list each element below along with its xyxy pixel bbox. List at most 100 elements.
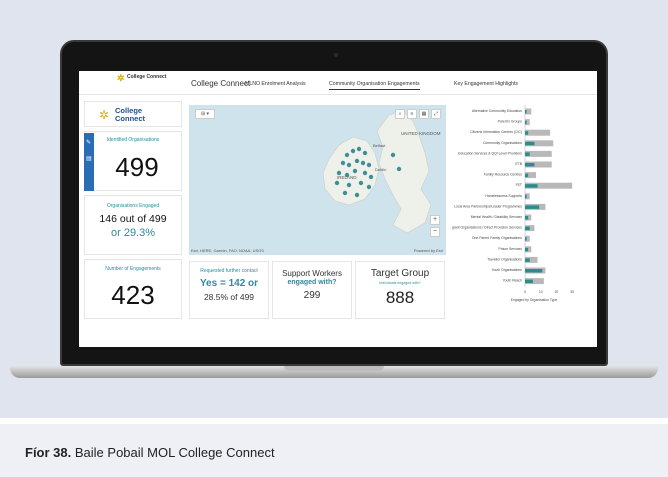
map-marker bbox=[346, 162, 352, 168]
map-attribution: Esri, HERE, Garmin, FAO, NOAA, USGS bbox=[191, 248, 264, 253]
support-workers-value: 299 bbox=[303, 290, 321, 301]
filter-icon: ▤ bbox=[86, 156, 92, 162]
support-workers-sub: engaged with? bbox=[287, 279, 337, 286]
identified-value: 499 bbox=[115, 152, 159, 182]
x-tick-label: 0 bbox=[524, 290, 526, 294]
target-group-sub: Individuals engaged with? bbox=[379, 281, 421, 285]
tab-enrolment-analysis[interactable]: MLNO Enrolment Analysis bbox=[245, 81, 306, 87]
bar-series-1 bbox=[525, 279, 533, 284]
support-workers-card: Support Workers engaged with? 299 bbox=[272, 261, 352, 319]
britain-landmass bbox=[376, 110, 432, 234]
bar-category-label: Migrant Organisations / Direct Provision… bbox=[452, 226, 522, 230]
logo-dots-icon: ✲ bbox=[117, 73, 125, 83]
pencil-icon: ✎ bbox=[86, 140, 92, 146]
x-axis-label: Engaged by Organisation Type bbox=[511, 298, 558, 302]
engagement-chart: Alternative Community Education Parent's … bbox=[448, 101, 592, 341]
map-marker bbox=[342, 190, 348, 196]
map-marker bbox=[396, 166, 402, 172]
support-workers-title: Support Workers bbox=[282, 269, 342, 278]
further-contact-line1: Yes = 142 or bbox=[199, 278, 259, 289]
caption-text: Baile Pobail MOL College Connect bbox=[74, 445, 275, 460]
bar-category-label: FET bbox=[516, 183, 522, 187]
bar-category-label: Education Services & QQI Level Providers bbox=[458, 151, 522, 155]
bar-series-1 bbox=[525, 131, 529, 135]
map-marker bbox=[362, 150, 368, 156]
zoom-in-button[interactable]: + bbox=[430, 215, 440, 225]
engagements-value: 423 bbox=[111, 280, 155, 310]
map-svg: UNITED KINGDOM IRELAND Belfast Dublin bbox=[322, 110, 441, 234]
identified-card: Identified Organisations 499 bbox=[84, 131, 182, 191]
bar-series-1 bbox=[525, 258, 530, 262]
top-navigation: ✲ College Connect College Connect MLNO E… bbox=[79, 71, 597, 95]
map-marker bbox=[340, 160, 346, 166]
target-group-card: Target Group Individuals engaged with? 8… bbox=[355, 261, 445, 319]
fullscreen-icon[interactable]: ⤢ bbox=[431, 109, 441, 119]
bar-series-1 bbox=[525, 194, 527, 199]
map-marker bbox=[354, 158, 360, 164]
further-contact-card: Requested further contact Yes = 142 or 2… bbox=[189, 261, 269, 319]
app-title: College Connect bbox=[191, 79, 251, 88]
map-marker bbox=[344, 152, 350, 158]
zoom-out-button[interactable]: − bbox=[430, 227, 440, 237]
bar-series-1 bbox=[525, 110, 527, 114]
tab-community-engagements[interactable]: Community Organisation Engagements bbox=[329, 81, 420, 90]
engaged-percent: or 29.3% bbox=[110, 227, 156, 239]
map-label-dublin: Dublin bbox=[375, 167, 386, 172]
engaged-label: Organisations Engaged bbox=[106, 203, 160, 209]
bar-category-label: Traveller Organisations bbox=[487, 257, 522, 261]
map-marker bbox=[358, 180, 364, 186]
engagements-label: Number of Engagements bbox=[105, 266, 161, 272]
search-icon[interactable]: ⌕ bbox=[395, 109, 405, 119]
caption-prefix: Fíor 38. bbox=[25, 445, 72, 460]
bar-category-label: Family Resource Centres bbox=[484, 173, 523, 177]
further-contact-label: Requested further contact bbox=[200, 268, 258, 274]
laptop-camera bbox=[334, 53, 338, 57]
map-marker bbox=[334, 180, 340, 186]
map-marker bbox=[366, 162, 372, 168]
bar-series-1 bbox=[525, 184, 538, 188]
bar-category-label: Citizens Information Centres (CIC) bbox=[470, 130, 522, 134]
further-contact-line2: 28.5% of 499 bbox=[203, 292, 255, 302]
bar-series-1 bbox=[525, 205, 540, 209]
map-marker bbox=[360, 160, 366, 166]
brand-card: ✲ College Connect bbox=[84, 101, 182, 127]
map-marker bbox=[362, 170, 368, 176]
side-filter-tab[interactable]: ✎ ▤ bbox=[84, 133, 94, 191]
map-marker bbox=[346, 182, 352, 188]
basemap-icon[interactable]: ▦ bbox=[419, 109, 429, 119]
layer-select-button[interactable]: ⊞ ▾ bbox=[195, 109, 215, 119]
bar-series-0 bbox=[525, 129, 551, 136]
tab-key-highlights[interactable]: Key Engagement Highlights bbox=[454, 81, 518, 87]
bar-series-1 bbox=[525, 173, 529, 178]
bar-series-1 bbox=[525, 237, 527, 241]
laptop-notch bbox=[284, 366, 384, 371]
map-powered-by: Powered by Esri bbox=[413, 248, 443, 253]
bar-chart-svg: Alternative Community Education Parent's … bbox=[448, 105, 574, 302]
map-label-uk: UNITED KINGDOM bbox=[401, 131, 441, 136]
bar-category-label: ETB bbox=[515, 162, 522, 166]
map-marker bbox=[354, 192, 360, 198]
map-marker bbox=[356, 146, 362, 152]
bar-series-1 bbox=[525, 120, 527, 125]
bar-category-label: Youth Organisations bbox=[492, 268, 523, 272]
bar-series-1 bbox=[525, 269, 543, 273]
layers-icon[interactable]: ≡ bbox=[407, 109, 417, 119]
x-tick-label: 10 bbox=[539, 290, 543, 294]
nav-logo: ✲ College Connect bbox=[117, 73, 167, 83]
map-marker bbox=[390, 152, 396, 158]
bar-series-1 bbox=[525, 216, 529, 220]
bar-category-label: Parent's Groups bbox=[498, 120, 523, 124]
ireland-landmass bbox=[322, 136, 380, 206]
bar-category-label: Local Area Partnerships/Leader Programme… bbox=[454, 204, 522, 208]
map-marker bbox=[366, 184, 372, 190]
bar-series-1 bbox=[525, 152, 530, 156]
target-group-title: Target Group bbox=[370, 268, 430, 279]
map-view[interactable]: UNITED KINGDOM IRELAND Belfast Dublin ⊞ … bbox=[189, 105, 446, 255]
bar-category-label: Homelessness Supports bbox=[485, 194, 522, 198]
bar-category-label: Mental Health / Disability Services bbox=[471, 215, 523, 219]
bar-category-label: Youth Reach bbox=[503, 279, 522, 283]
bar-category-label: Community Organisations bbox=[483, 141, 522, 145]
engaged-count: 146 out of 499 bbox=[99, 213, 167, 225]
figure-caption: Fíor 38. Baile Pobail MOL College Connec… bbox=[25, 445, 275, 460]
bar-series-1 bbox=[525, 141, 535, 146]
